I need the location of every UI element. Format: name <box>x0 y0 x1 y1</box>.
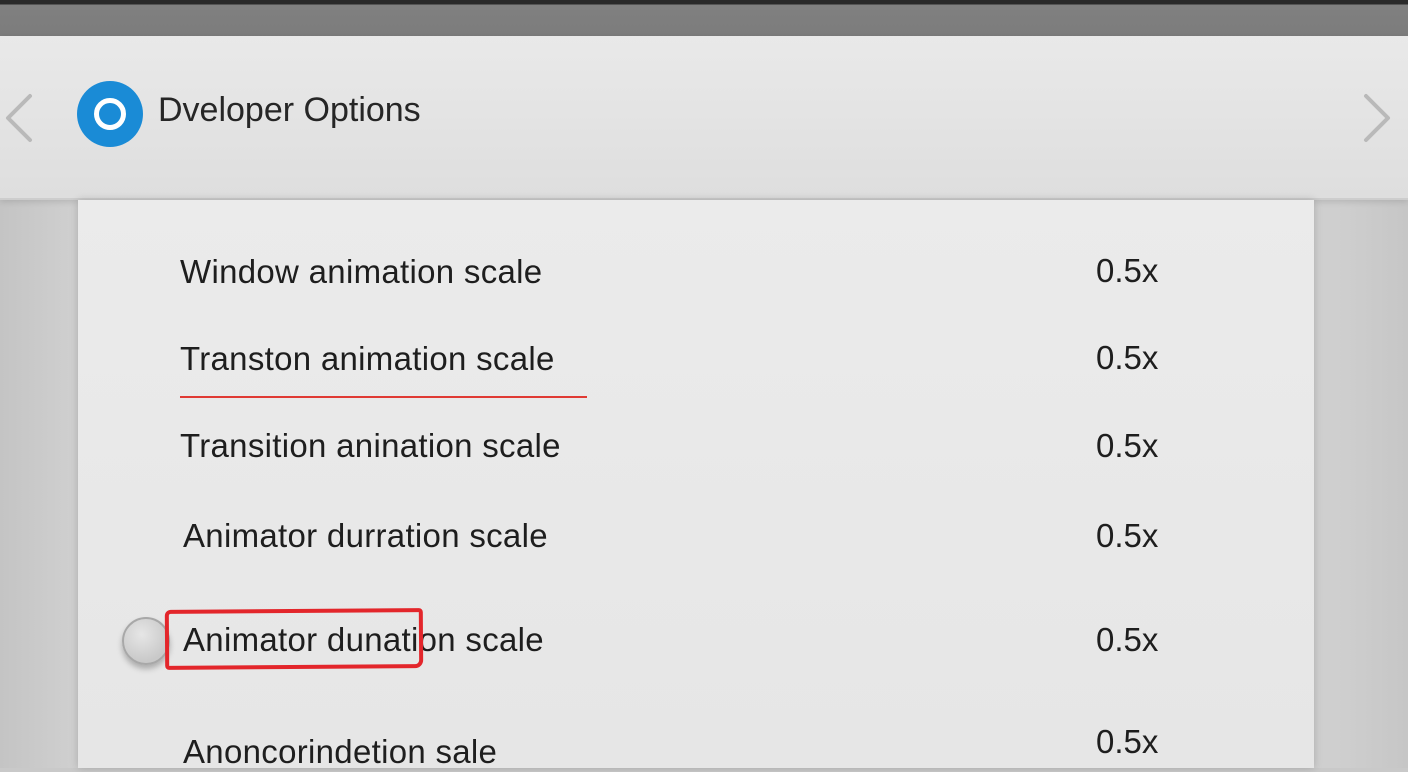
setting-value: 0.5x <box>1096 621 1159 658</box>
setting-value: 0.5x <box>1096 252 1159 289</box>
app-header: Dveloper Options <box>0 36 1408 200</box>
setting-value: 0.5x <box>1096 339 1159 376</box>
setting-label: Transition anination scale <box>180 427 561 464</box>
red-highlight-annotation <box>164 608 424 670</box>
next-button[interactable] <box>1356 90 1396 146</box>
setting-label: Animator durration scale <box>183 517 548 554</box>
previous-button[interactable] <box>0 90 40 146</box>
radio-button[interactable] <box>122 617 170 665</box>
chevron-left-icon <box>6 94 32 142</box>
setting-value: 0.5x <box>1096 427 1159 464</box>
page-title: Dveloper Options <box>158 91 421 129</box>
developer-options-icon <box>77 81 143 147</box>
setting-label: Anoncorindetion sale <box>183 733 498 770</box>
setting-label: Window animation scale <box>180 253 543 290</box>
setting-value: 0.5x <box>1096 517 1159 554</box>
setting-value: 0.5x <box>1096 723 1159 760</box>
status-bar <box>0 0 1408 36</box>
chevron-right-icon <box>1364 94 1390 142</box>
red-underline-annotation <box>180 396 587 398</box>
setting-label: Transton animation scale <box>180 340 555 377</box>
